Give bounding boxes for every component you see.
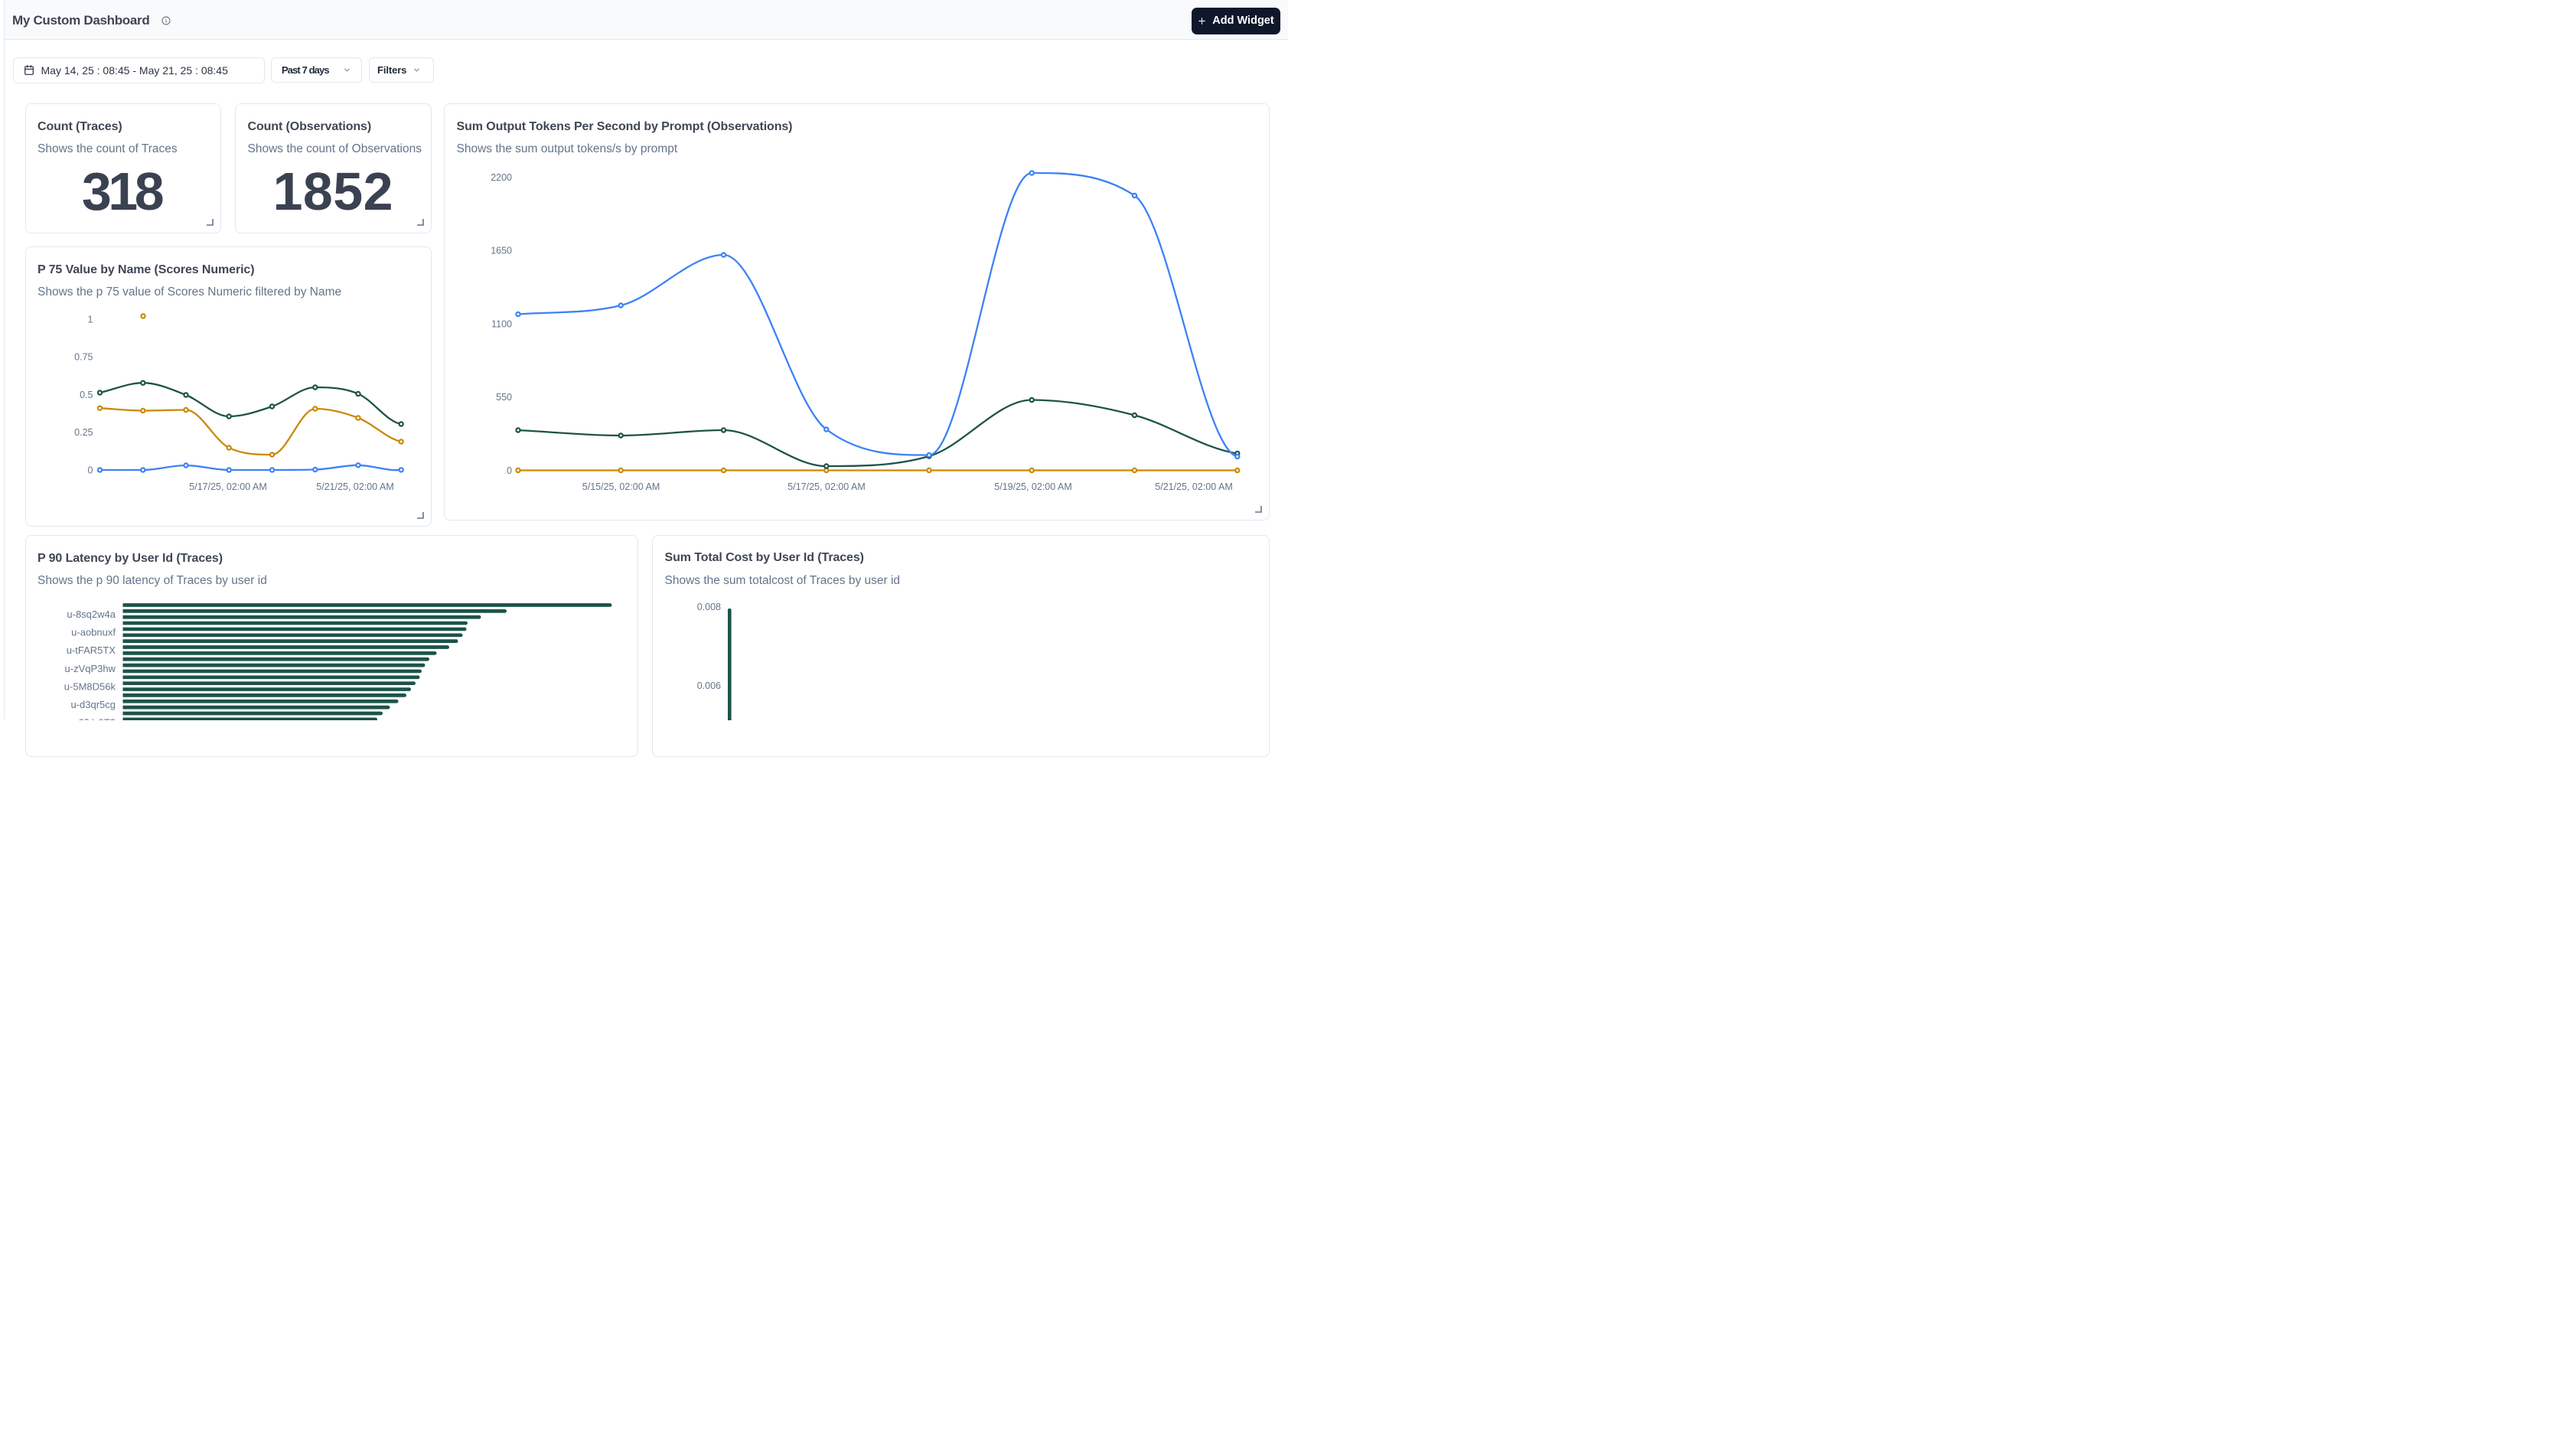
svg-text:u-8sq2w4a: u-8sq2w4a — [67, 609, 116, 620]
svg-text:u-zVqP3hw: u-zVqP3hw — [64, 663, 116, 674]
svg-text:0.25: 0.25 — [74, 427, 93, 438]
svg-text:u-8fVa9T3: u-8fVa9T3 — [70, 717, 116, 721]
svg-text:5/19/25, 02:00 AM: 5/19/25, 02:00 AM — [994, 481, 1071, 492]
svg-text:0.008: 0.008 — [697, 602, 721, 612]
svg-text:5/15/25, 02:00 AM: 5/15/25, 02:00 AM — [582, 481, 660, 492]
svg-text:u-aobnuxf: u-aobnuxf — [71, 627, 116, 638]
svg-text:1100: 1100 — [491, 319, 512, 330]
svg-text:5/17/25, 02:00 AM: 5/17/25, 02:00 AM — [787, 481, 865, 492]
svg-text:5/21/25, 02:00 AM: 5/21/25, 02:00 AM — [1155, 481, 1232, 492]
svg-text:5/21/25, 02:00 AM: 5/21/25, 02:00 AM — [316, 481, 393, 492]
svg-text:0.75: 0.75 — [74, 352, 93, 363]
svg-text:0: 0 — [87, 465, 93, 476]
svg-text:5/17/25, 02:00 AM: 5/17/25, 02:00 AM — [189, 481, 266, 492]
svg-text:1650: 1650 — [491, 246, 512, 256]
svg-text:u-d3qr5cg: u-d3qr5cg — [70, 699, 116, 710]
svg-text:550: 550 — [496, 392, 512, 403]
svg-text:0: 0 — [507, 465, 512, 476]
svg-text:1: 1 — [87, 315, 93, 325]
svg-text:0.5: 0.5 — [80, 390, 93, 400]
svg-text:u-tFAR5TX: u-tFAR5TX — [66, 644, 116, 656]
svg-text:u-5M8D56k: u-5M8D56k — [64, 680, 116, 692]
svg-text:0.006: 0.006 — [697, 680, 721, 691]
svg-text:2200: 2200 — [491, 172, 512, 183]
